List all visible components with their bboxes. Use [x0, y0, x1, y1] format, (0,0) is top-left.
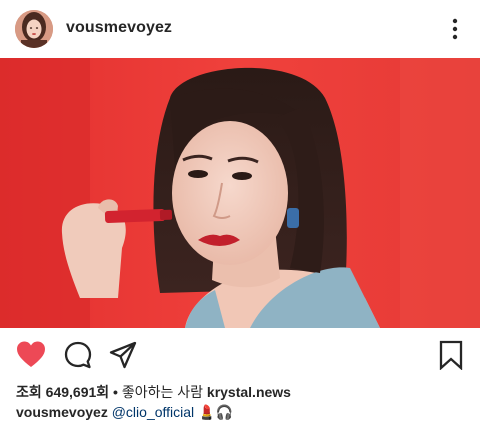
post-caption: vousmevoyez @clio_official 💄🎧	[16, 404, 233, 421]
stats-separator: •	[113, 384, 118, 400]
header-username[interactable]: vousmevoyez	[66, 19, 172, 37]
caption-emojis: 💄🎧	[198, 404, 233, 420]
post-header: vousmevoyez	[0, 0, 480, 58]
caption-mention[interactable]: @clio_official	[112, 404, 194, 420]
bookmark-icon[interactable]	[436, 340, 466, 371]
paper-plane-icon[interactable]	[108, 340, 138, 370]
instagram-post: vousmevoyez 조회 649,691회 • 좋아하는 사람 krysta…	[0, 0, 480, 430]
avatar[interactable]	[15, 10, 53, 48]
post-stats: 조회 649,691회 • 좋아하는 사람 krystal.news	[16, 382, 291, 402]
liked-by-user[interactable]: krystal.news	[207, 384, 291, 400]
more-vertical-icon[interactable]	[450, 17, 460, 41]
views-label: 조회	[16, 384, 42, 400]
post-photo	[0, 58, 480, 328]
avatar-image	[15, 10, 53, 48]
post-actions	[0, 328, 480, 382]
views-count[interactable]: 649,691회	[46, 384, 110, 400]
comment-icon[interactable]	[63, 340, 93, 370]
liked-by-label: 좋아하는 사람	[121, 384, 204, 400]
post-media[interactable]	[0, 58, 480, 328]
caption-username[interactable]: vousmevoyez	[16, 404, 108, 420]
heart-filled-icon[interactable]	[16, 340, 46, 370]
